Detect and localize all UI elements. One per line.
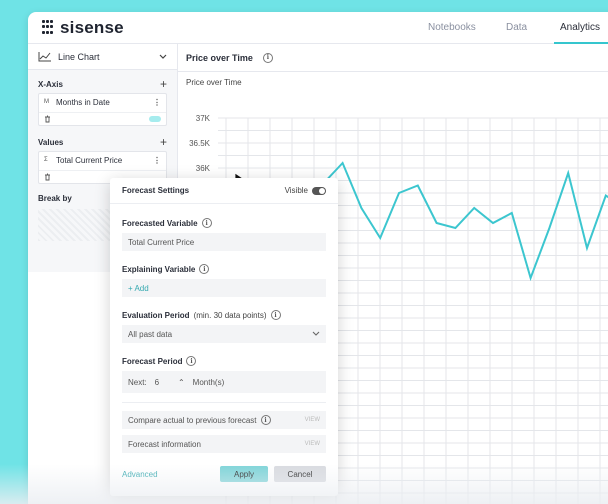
explaining-variable-row: Explaining Variable i [122, 264, 326, 274]
y-tick-label: 37K [196, 114, 211, 123]
xaxis-label: X-Axis [38, 79, 63, 89]
add-label: + Add [128, 283, 149, 293]
forecast-period-value: 6 [154, 377, 160, 387]
xaxis-field[interactable]: M Months in Date ⋮ [38, 93, 167, 126]
chart-type-selector[interactable]: Line Chart [28, 44, 177, 70]
trash-icon[interactable] [44, 173, 51, 181]
logo[interactable]: sisense [42, 18, 124, 38]
forecasted-variable-label: Forecasted Variable [122, 218, 198, 228]
chevron-down-icon [312, 331, 320, 336]
evaluation-period-label: Evaluation Period [122, 310, 190, 320]
evaluation-period-row: Evaluation Period (min. 30 data points) … [122, 310, 326, 320]
forecast-information-row: Forecast information VIEW [122, 435, 326, 453]
xaxis-toggle[interactable] [149, 116, 161, 122]
tab-analytics[interactable]: Analytics [553, 12, 608, 44]
forecasted-variable-row: Forecasted Variable i [122, 218, 326, 228]
cancel-button[interactable]: Cancel [274, 466, 326, 482]
kebab-menu-icon[interactable]: ⋮ [153, 156, 161, 165]
forecast-info-label: Forecast information [128, 439, 201, 449]
info-icon[interactable]: i [199, 264, 210, 274]
chevron-down-icon [159, 54, 167, 59]
forecast-header: Forecast Settings Visible [110, 178, 338, 204]
forecast-period-stepper[interactable]: 6 ⌃ [155, 378, 185, 387]
evaluation-period-select[interactable]: All past data [122, 325, 326, 343]
compare-label: Compare actual to previous forecast [128, 415, 257, 425]
chart-title: Price over Time [186, 78, 242, 87]
logo-text: sisense [60, 17, 124, 37]
forecasted-variable-field[interactable]: Total Current Price [122, 233, 326, 251]
widget-title[interactable]: Price over Time [186, 53, 253, 63]
info-icon[interactable]: i [186, 356, 197, 366]
stepper-arrows-icon[interactable]: ⌃ [178, 378, 185, 387]
forecast-period-control: Next: 6 ⌃ Month(s) [122, 371, 326, 393]
values-field-name: Total Current Price [56, 156, 123, 165]
tab-data[interactable]: Data [506, 12, 527, 44]
chart-type-label: Line Chart [58, 51, 100, 62]
tab-notebooks[interactable]: Notebooks [428, 12, 476, 44]
xaxis-header: X-Axis + [38, 77, 167, 91]
apply-button[interactable]: Apply [220, 466, 268, 482]
advanced-link[interactable]: Advanced [122, 470, 220, 479]
field-type-badge: Σ [44, 157, 48, 163]
add-value-icon[interactable]: + [160, 135, 167, 149]
values-header: Values + [38, 135, 167, 149]
add-explaining-variable-button[interactable]: + Add [122, 279, 326, 297]
trash-icon[interactable] [44, 115, 51, 123]
evaluation-period-sub: (min. 30 data points) [193, 310, 267, 320]
add-xaxis-icon[interactable]: + [160, 77, 167, 91]
forecast-period-label: Forecast Period [122, 356, 183, 366]
info-icon[interactable]: i [262, 52, 273, 63]
info-icon[interactable]: i [260, 415, 271, 425]
forecast-period-row: Forecast Period i [122, 356, 326, 366]
info-icon[interactable]: i [270, 310, 281, 320]
field-type-badge: M [44, 99, 49, 105]
line-chart-icon [38, 52, 51, 62]
top-bar: sisense Notebooks Data Analytics [28, 12, 608, 44]
forecasted-variable-value: Total Current Price [128, 237, 195, 247]
kebab-menu-icon[interactable]: ⋮ [153, 98, 161, 107]
explaining-variable-label: Explaining Variable [122, 264, 196, 274]
forecast-settings-panel: Forecast Settings Visible Forecasted Var… [110, 178, 338, 496]
widget-title-bar: Price over Time i [178, 44, 608, 72]
y-tick-label: 36K [196, 164, 211, 173]
xaxis-field-name: Months in Date [56, 98, 110, 107]
unit-label: Month(s) [192, 377, 225, 387]
visible-toggle[interactable] [312, 186, 326, 195]
sisense-logo-icon [42, 19, 54, 36]
panel-actions: Advanced Apply Cancel [122, 466, 326, 482]
evaluation-period-value: All past data [128, 329, 173, 339]
info-view-link[interactable]: VIEW [305, 441, 320, 447]
values-label: Values [38, 137, 64, 147]
compare-forecast-row: Compare actual to previous forecast i VI… [122, 411, 326, 429]
next-label: Next: [128, 377, 147, 387]
info-icon[interactable]: i [201, 218, 212, 228]
visible-label: Visible [284, 186, 308, 195]
y-tick-label: 36.5K [189, 139, 211, 148]
forecast-title: Forecast Settings [122, 186, 190, 195]
compare-view-link[interactable]: VIEW [305, 417, 320, 423]
